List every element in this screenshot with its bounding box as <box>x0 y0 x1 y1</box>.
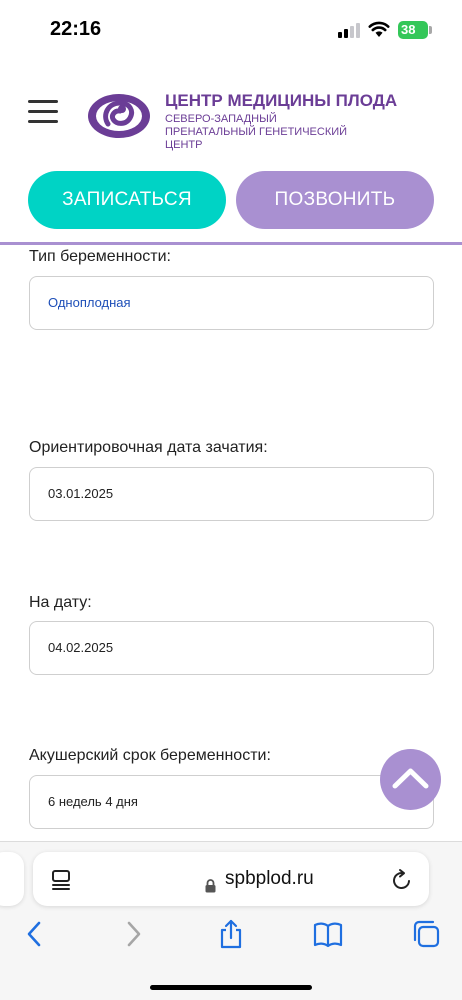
url-text: spbplod.ru <box>225 868 314 889</box>
call-button[interactable]: ПОЗВОНИТЬ <box>236 171 434 229</box>
back-icon[interactable] <box>20 919 50 949</box>
scroll-top-button[interactable] <box>380 749 441 810</box>
on-date-field[interactable]: 04.02.2025 <box>29 621 434 675</box>
wifi-icon <box>368 21 390 37</box>
battery-icon: 38 <box>398 21 428 39</box>
status-bar: 22:16 38 <box>0 0 462 62</box>
home-indicator <box>150 985 312 990</box>
conception-date-field[interactable]: 03.01.2025 <box>29 467 434 521</box>
bookmarks-icon[interactable] <box>313 919 343 949</box>
pregnancy-type-label: Тип беременности: <box>29 248 171 265</box>
browser-toolbar: spbplod.ru <box>0 841 462 1000</box>
obstetric-term-label: Акушерский срок беременности: <box>29 747 271 764</box>
previous-tab-pill[interactable] <box>0 852 24 906</box>
share-icon[interactable] <box>216 919 246 949</box>
brand-subtitle: СЕВЕРО-ЗАПАДНЫЙ ПРЕНАТАЛЬНЫЙ ГЕНЕТИЧЕСКИ… <box>165 113 348 151</box>
brand-title: ЦЕНТР МЕДИЦИНЫ ПЛОДА <box>165 91 398 110</box>
status-time: 22:16 <box>50 18 102 40</box>
signal-icon <box>338 22 362 38</box>
site-header: ЦЕНТР МЕДИЦИНЫ ПЛОДА СЕВЕРО-ЗАПАДНЫЙ ПРЕ… <box>0 62 462 245</box>
address-bar[interactable]: spbplod.ru <box>33 852 429 906</box>
reload-icon[interactable] <box>390 868 414 892</box>
on-date-label: На дату: <box>29 594 92 611</box>
logo-icon[interactable] <box>86 91 152 141</box>
reader-icon[interactable] <box>51 869 73 891</box>
conception-date-label: Ориентировочная дата зачатия: <box>29 439 268 456</box>
tabs-icon[interactable] <box>411 919 441 949</box>
chevron-up-icon <box>392 768 429 789</box>
obstetric-term-field[interactable]: 6 недель 4 дня <box>29 775 434 829</box>
lock-icon <box>205 879 216 893</box>
menu-icon[interactable] <box>28 100 58 124</box>
pregnancy-type-select[interactable]: Одноплодная <box>29 276 434 330</box>
battery-tip <box>429 26 432 34</box>
signup-button[interactable]: ЗАПИСАТЬСЯ <box>28 171 226 229</box>
forward-icon[interactable] <box>118 919 148 949</box>
